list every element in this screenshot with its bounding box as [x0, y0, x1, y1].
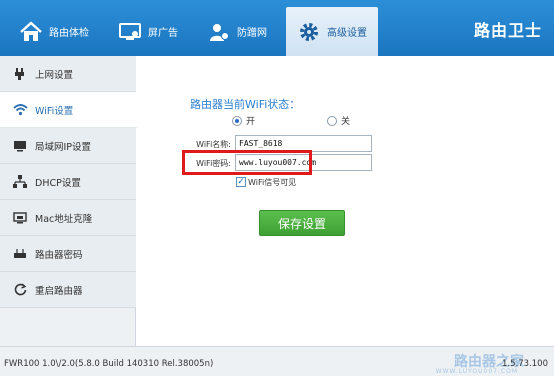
top-nav-bar: 路由体检 屏广告 防蹭网 高级设置 路由卫士: [0, 0, 554, 56]
brand-logo-text: 路由卫士: [473, 21, 542, 40]
screen-icon: [12, 210, 28, 226]
wifi-name-label: WiFi名称:: [196, 140, 231, 149]
sidebar-item-label: 路由器密码: [35, 249, 83, 261]
ssid-visible-checkbox[interactable]: ✓: [236, 177, 246, 187]
sidebar-item-label: WiFi设置: [35, 105, 74, 117]
sidebar-item-label: 上网设置: [35, 69, 74, 81]
tab-label: 屏广告: [148, 28, 178, 39]
tab-label: 防蹭网: [237, 28, 267, 39]
sidebar-item-restart-router[interactable]: 重启路由器: [0, 272, 136, 308]
plug-icon: [12, 66, 28, 82]
monitor-icon: [12, 138, 28, 154]
sidebar-item-wifi-settings[interactable]: WiFi设置: [0, 92, 137, 128]
sidebar-item-internet-settings[interactable]: 上网设置: [0, 56, 136, 92]
app-version: 1.5.73.100: [502, 359, 548, 369]
screen-ad-icon: [117, 19, 143, 45]
sidebar-item-label: 重启路由器: [35, 285, 83, 297]
tab-router-checkup[interactable]: 路由体检: [14, 7, 112, 56]
tab-anti-leech[interactable]: 防蹭网: [202, 7, 286, 56]
router-icon: [12, 246, 28, 262]
password-highlight-box: [182, 150, 312, 175]
home-icon: [18, 19, 44, 45]
status-bar: FWR100 1.0\/2.0(5.8.0 Build 140310 Rel.3…: [0, 346, 554, 376]
tab-advanced-settings[interactable]: 高级设置: [286, 7, 378, 56]
gear-icon: [296, 19, 322, 45]
network-icon: [12, 174, 28, 190]
radio-off-indicator[interactable]: [327, 115, 337, 126]
sidebar-item-router-password[interactable]: 路由器密码: [0, 236, 136, 272]
ssid-visible-label: WiFi信号可见: [248, 178, 297, 187]
tab-screen-ad[interactable]: 屏广告: [113, 7, 197, 56]
restart-icon: [12, 282, 28, 298]
sidebar-item-lan-ip-settings[interactable]: 局域网IP设置: [0, 128, 136, 164]
save-settings-button[interactable]: 保存设置: [259, 210, 345, 236]
radio-on[interactable]: 开: [232, 114, 255, 127]
radio-off[interactable]: 关: [327, 114, 350, 127]
sidebar-item-dhcp-settings[interactable]: DHCP设置: [0, 164, 136, 200]
radio-on-label: 开: [246, 117, 256, 127]
wifi-status-title: 路由器当前WiFi状态：: [190, 98, 301, 111]
sidebar-item-label: DHCP设置: [35, 177, 81, 189]
firmware-version: FWR100 1.0\/2.0(5.8.0 Build 140310 Rel.3…: [4, 359, 214, 369]
radio-off-label: 关: [341, 117, 351, 127]
watermark-url: WWW.LUYOU007.COM: [435, 368, 518, 375]
user-shield-icon: [206, 19, 232, 45]
sidebar-item-label: 局域网IP设置: [35, 141, 92, 153]
sidebar-item-mac-clone[interactable]: Mac地址克隆: [0, 200, 136, 236]
sidebar-item-label: Mac地址克隆: [35, 213, 93, 225]
tab-label: 路由体检: [49, 28, 89, 39]
radio-on-indicator[interactable]: [232, 115, 242, 126]
sidebar: 上网设置 WiFi设置 局域网IP设置 DHCP设置 Mac地址克隆 路由器密码: [0, 56, 137, 346]
tab-label: 高级设置: [327, 28, 367, 39]
wifi-icon: [12, 102, 28, 118]
